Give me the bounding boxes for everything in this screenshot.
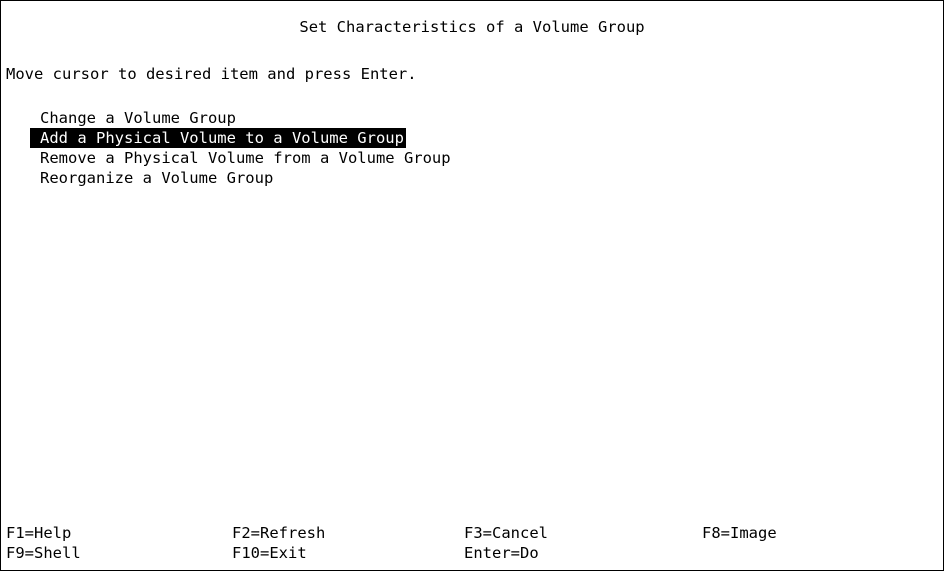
f2-refresh-key[interactable]: F2=Refresh: [232, 523, 325, 543]
f10-exit-key[interactable]: F10=Exit: [232, 543, 307, 563]
menu-item-reorganize-volume-group[interactable]: Reorganize a Volume Group: [30, 168, 273, 188]
function-key-bar: F1=Help F2=Refresh F3=Cancel F8=Image F9…: [6, 523, 936, 563]
f8-image-key[interactable]: F8=Image: [702, 523, 777, 543]
function-key-row-1: F1=Help F2=Refresh F3=Cancel F8=Image: [6, 523, 936, 543]
f9-shell-key[interactable]: F9=Shell: [6, 543, 81, 563]
menu-item-remove-physical-volume[interactable]: Remove a Physical Volume from a Volume G…: [30, 148, 451, 168]
f3-cancel-key[interactable]: F3=Cancel: [464, 523, 548, 543]
instruction-text: Move cursor to desired item and press En…: [6, 65, 417, 83]
menu-item-change-volume-group[interactable]: Change a Volume Group: [30, 108, 236, 128]
menu-item-add-physical-volume[interactable]: Add a Physical Volume to a Volume Group: [30, 128, 406, 148]
smit-screen: Set Characteristics of a Volume Group Mo…: [0, 0, 944, 571]
screen-title: Set Characteristics of a Volume Group: [299, 18, 645, 36]
enter-do-key[interactable]: Enter=Do: [464, 543, 539, 563]
f1-help-key[interactable]: F1=Help: [6, 523, 71, 543]
function-key-row-2: F9=Shell F10=Exit Enter=Do: [6, 543, 936, 563]
menu-list: Change a Volume Group Add a Physical Vol…: [30, 108, 451, 188]
